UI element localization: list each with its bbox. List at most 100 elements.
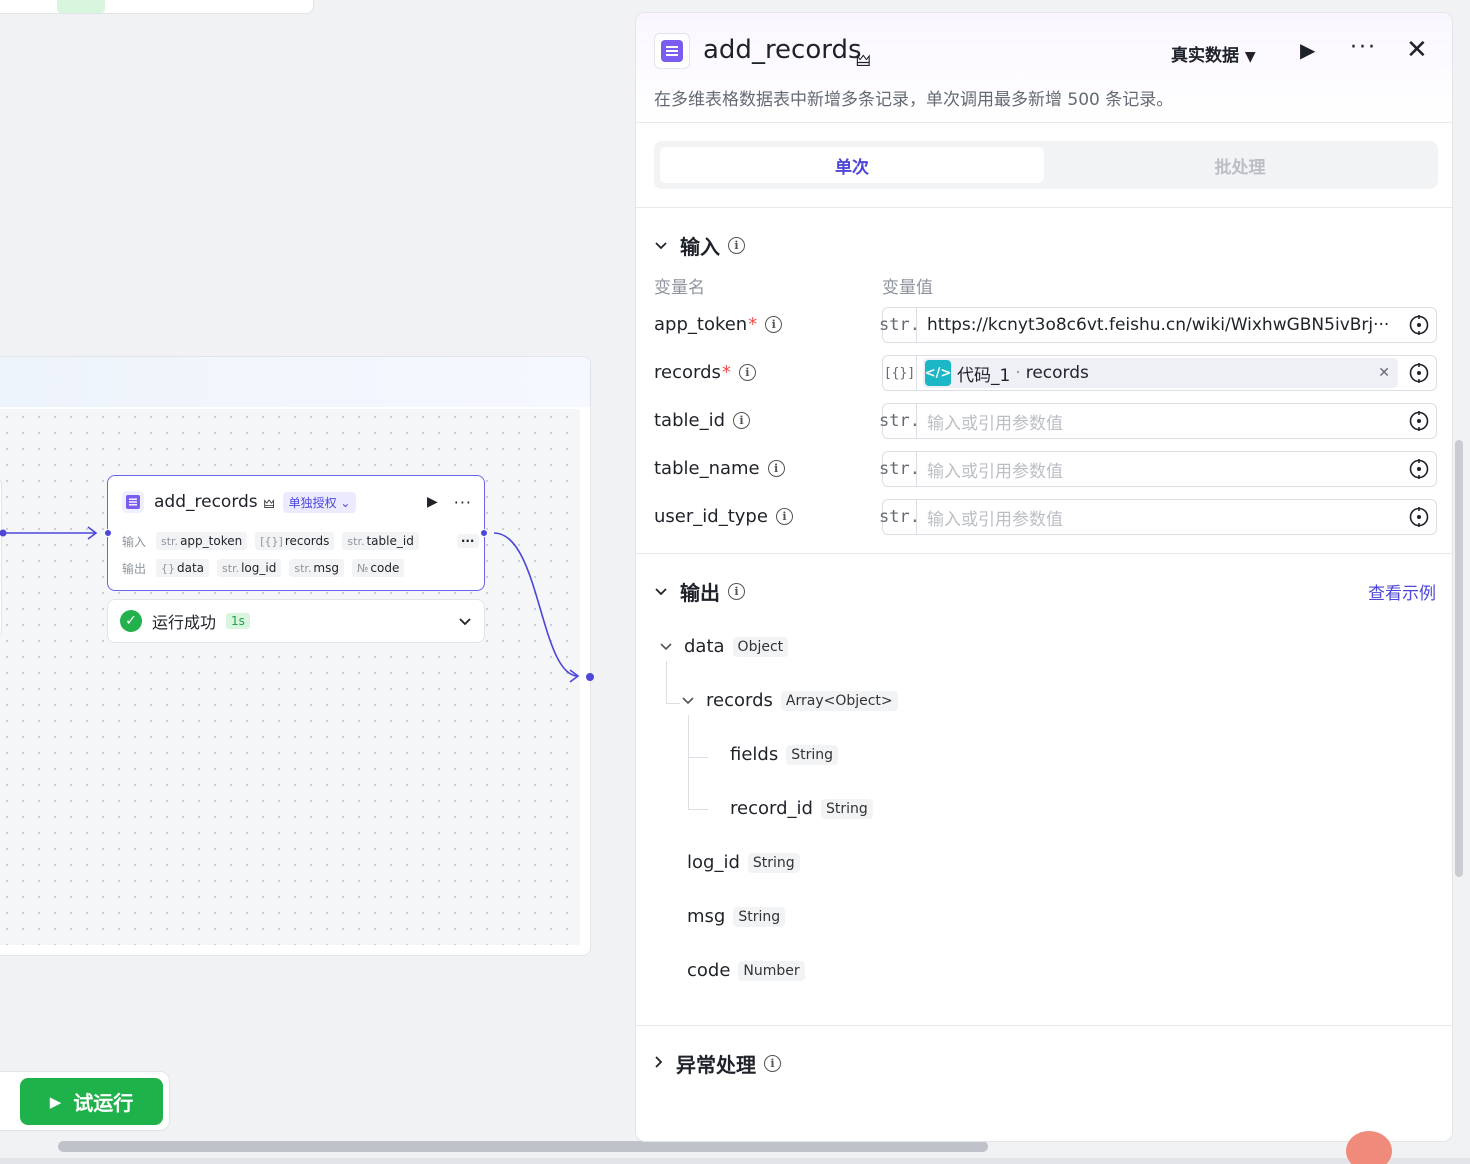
node-input-port[interactable] [104, 529, 112, 537]
divider [636, 553, 1452, 554]
type-badge: str. [879, 404, 920, 438]
user-id-type-field[interactable]: str. 输入或引用参数值 [879, 499, 1437, 535]
view-example-link[interactable]: 查看示例 [1368, 579, 1436, 604]
output-type: Number [738, 960, 805, 981]
info-icon[interactable]: i [767, 460, 785, 477]
chip-type: str. [347, 535, 365, 548]
output-name: msg [687, 906, 726, 927]
assistant-mascot-icon[interactable] [1346, 1131, 1392, 1164]
close-icon[interactable]: ✕ [1406, 35, 1428, 65]
info-icon[interactable]: i [733, 412, 751, 429]
table-id-field[interactable]: str. 输入或引用参数值 [879, 403, 1437, 439]
more-icon[interactable]: ··· [454, 493, 472, 512]
exception-section-toggle[interactable]: 异常处理 i [654, 1049, 781, 1078]
param-name: table_name i [654, 458, 785, 479]
input-chip: str. app_token [156, 532, 248, 550]
trial-run-label: 试运行 [73, 1091, 134, 1115]
reference-chip[interactable]: </> 代码_1 · records ✕ [923, 358, 1398, 388]
info-icon[interactable]: i [728, 237, 745, 254]
reference-variable-icon[interactable] [1408, 362, 1430, 384]
output-name: record_id [730, 798, 813, 819]
auth-dropdown[interactable]: 单独授权 ⌄ [282, 491, 357, 513]
table-name-input[interactable]: 输入或引用参数值 [917, 457, 1402, 482]
param-label: table_name [654, 458, 760, 479]
output-name: log_id [687, 852, 740, 873]
more-icon[interactable]: ··· [1350, 35, 1377, 60]
output-name: data [684, 636, 725, 657]
input-chip: [{}] records [255, 532, 335, 550]
play-icon: ▶ [49, 1092, 62, 1111]
output-section-toggle[interactable]: 输出 i [654, 577, 745, 606]
node-output-port[interactable] [480, 529, 488, 537]
output-type: String [786, 744, 838, 765]
panel-description: 在多维表格数据表中新增多条记录，单次调用最多新增 500 条记录。 [654, 90, 1174, 110]
output-tree-node[interactable]: records Array<Object> [682, 690, 898, 711]
loop-container[interactable] [0, 356, 591, 956]
chevron-down-icon [654, 582, 668, 601]
output-section-title: 输出 [680, 581, 720, 605]
chip-name: msg [313, 561, 339, 575]
chevron-right-icon [654, 1054, 664, 1073]
tree-line [666, 661, 667, 703]
info-icon[interactable]: i [728, 583, 745, 600]
output-type: String [820, 798, 873, 819]
bottom-edge [0, 1158, 1470, 1164]
param-name: user_id_type i [654, 506, 793, 527]
reference-variable-icon[interactable] [1408, 314, 1430, 336]
info-icon[interactable]: i [765, 316, 783, 333]
user-id-type-input[interactable]: 输入或引用参数值 [917, 505, 1402, 530]
chip-name: code [370, 561, 400, 575]
upstream-node-card[interactable] [0, 0, 314, 14]
panel-scrollbar[interactable] [1455, 440, 1463, 877]
ref-node-name: 代码_1 [957, 365, 1011, 386]
chip-name: app_token [180, 534, 243, 548]
reference-variable-icon[interactable] [1408, 410, 1430, 432]
more-inputs-chip[interactable]: ··· [456, 534, 479, 548]
data-mode-label: 真实数据 [1171, 46, 1239, 66]
auth-label: 单独授权 [288, 495, 337, 510]
table-name-field[interactable]: str. 输入或引用参数值 [879, 451, 1437, 487]
node-outputs: 输出 {} data str. log_id str. msg № code [122, 559, 412, 577]
previous-node-card[interactable] [0, 478, 2, 638]
output-chip: № code [351, 559, 405, 577]
tree-line [688, 715, 689, 809]
chip-name: data [177, 561, 205, 575]
chevron-down-icon[interactable] [458, 612, 472, 631]
data-mode-dropdown[interactable]: 真实数据 ▼ [1171, 41, 1256, 66]
clear-reference-icon[interactable]: ✕ [1378, 365, 1390, 381]
reference-variable-icon[interactable] [1408, 458, 1430, 480]
output-tree-node[interactable]: data Object [660, 636, 789, 657]
app-token-field[interactable]: str. https://kcnyt3o8c6vt.feishu.cn/wiki… [879, 307, 1437, 343]
trial-run-toolbar: ▶ 试运行 [0, 1071, 170, 1131]
reference-variable-icon[interactable] [1408, 506, 1430, 528]
output-label: 输出 [122, 561, 147, 576]
run-status-bar[interactable]: ✓ 运行成功 1s [107, 599, 485, 643]
info-icon[interactable]: i [738, 364, 756, 381]
run-node-icon[interactable]: ▶ [427, 494, 438, 510]
horizontal-scrollbar[interactable] [58, 1141, 988, 1152]
app-token-value[interactable]: https://kcnyt3o8c6vt.feishu.cn/wiki/Wixh… [917, 315, 1402, 335]
param-label: records [654, 362, 721, 383]
run-icon[interactable]: ▶ [1300, 38, 1315, 62]
required-mark: * [721, 362, 731, 383]
param-name: app_token * i [654, 314, 783, 335]
table-icon [122, 491, 144, 513]
chip-type: {} [161, 562, 175, 575]
output-tree-node: msg String [687, 906, 786, 927]
tab-single[interactable]: 单次 [660, 147, 1044, 183]
trial-run-button[interactable]: ▶ 试运行 [20, 1078, 163, 1125]
status-text: 运行成功 [152, 613, 217, 632]
output-chip: {} data [156, 559, 210, 577]
chip-type: str. [294, 562, 312, 575]
output-tree-node: record_id String [730, 798, 873, 819]
tab-batch[interactable]: 批处理 [1048, 147, 1432, 183]
info-icon[interactable]: i [775, 508, 793, 525]
output-name: fields [730, 744, 779, 765]
add-records-node[interactable]: add_records 🜲 单独授权 ⌄ ▶ ··· 输入 str. app_to… [107, 475, 485, 591]
chevron-down-icon [654, 236, 668, 255]
info-icon[interactable]: i [764, 1055, 781, 1072]
table-id-input[interactable]: 输入或引用参数值 [917, 409, 1402, 434]
records-field[interactable]: [{}] </> 代码_1 · records ✕ [882, 355, 1437, 391]
output-tree-node: log_id String [687, 852, 800, 873]
input-section-toggle[interactable]: 输入 i [654, 231, 745, 260]
